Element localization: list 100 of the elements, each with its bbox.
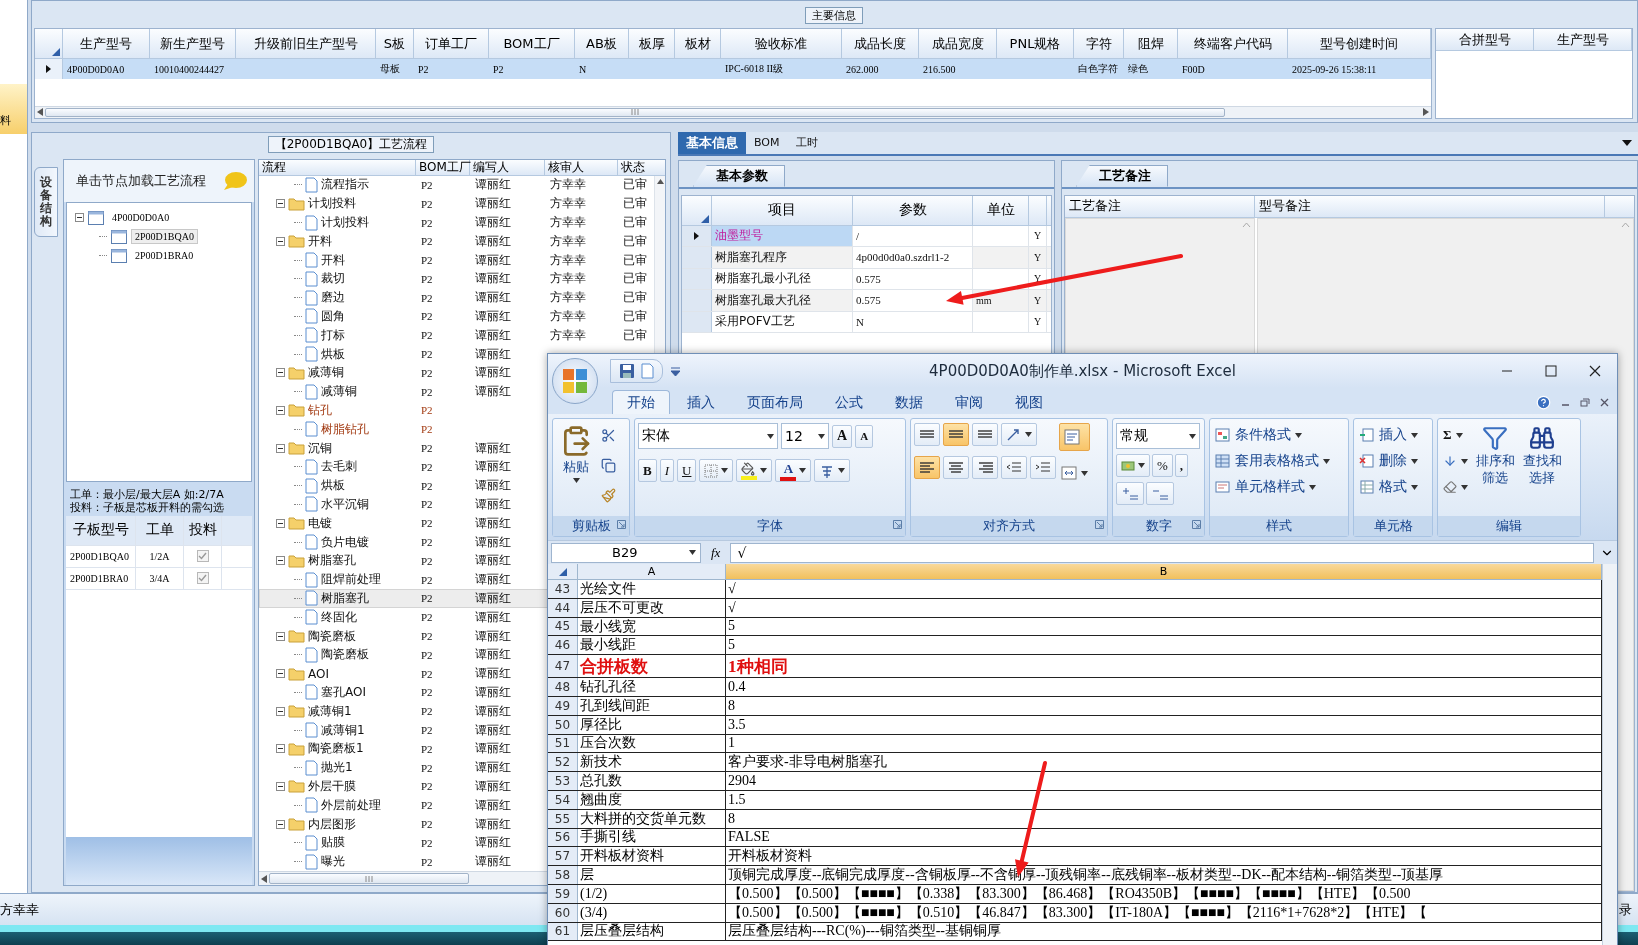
column-header[interactable]: 工单 [136, 515, 184, 545]
column-header[interactable]: 订单工厂 [414, 29, 489, 58]
row-header[interactable]: 48 [548, 678, 578, 696]
column-header[interactable]: 型号备注 [1255, 195, 1605, 217]
column-header[interactable]: 工艺备注 [1065, 195, 1255, 217]
column-header[interactable]: 流程 [259, 159, 416, 175]
process-step[interactable]: 树脂钻孔 [321, 420, 369, 438]
process-step[interactable]: 外层前处理 [321, 796, 381, 814]
ribbon-tab[interactable]: 审阅 [940, 390, 998, 414]
process-step[interactable]: 磨边 [321, 289, 345, 307]
paste-button[interactable]: 粘贴 [556, 423, 596, 514]
process-step[interactable]: 圆角 [321, 308, 345, 325]
column-header[interactable]: 编写人 [470, 159, 545, 175]
column-header[interactable]: 板厚 [629, 29, 675, 58]
phonetic-button[interactable] [814, 459, 851, 482]
column-header[interactable]: BOM工厂 [489, 29, 575, 58]
process-step[interactable]: 陶瓷磨板1 [308, 740, 364, 758]
row-header[interactable]: 47 [548, 655, 578, 678]
comma-button[interactable]: , [1174, 454, 1189, 477]
underline-button[interactable]: U [677, 459, 697, 482]
process-step[interactable]: 烘板 [321, 477, 345, 495]
ribbon-tab[interactable]: 数据 [880, 390, 938, 414]
process-step[interactable]: 曝光 [321, 853, 345, 871]
process-step[interactable]: 负片电镀 [321, 533, 369, 551]
column-header[interactable]: 参数 [853, 195, 973, 225]
column-header[interactable]: 字符 [1074, 29, 1124, 58]
row-header[interactable]: 43 [548, 580, 578, 598]
tree-node[interactable]: 2P00D1BRA0 [75, 246, 243, 265]
process-step[interactable]: 钻孔 [308, 402, 332, 419]
table-row[interactable]: 树脂塞孔最大孔径 0.575 mm Y [682, 290, 1051, 312]
table-row[interactable]: 油墨型号 / Y [682, 225, 1051, 247]
process-step[interactable]: 打标 [321, 326, 345, 344]
process-step[interactable]: 裁切 [321, 270, 345, 288]
horizontal-align-button[interactable] [914, 456, 940, 479]
collapse-icon[interactable] [276, 781, 285, 791]
borders-button[interactable] [699, 459, 734, 482]
save-button[interactable] [619, 363, 635, 379]
column-header[interactable]: 成品长度 [842, 29, 919, 58]
style-menu-button[interactable]: 单元格样式 [1213, 475, 1332, 499]
process-step[interactable]: 树脂塞孔 [308, 552, 356, 570]
horizontal-align-button[interactable] [972, 456, 998, 479]
font-size-field[interactable]: 12 [781, 423, 829, 449]
office-button[interactable] [552, 358, 598, 404]
row-header[interactable]: 57 [548, 847, 578, 866]
collapse-icon[interactable] [276, 405, 285, 415]
column-header[interactable]: BOM工厂 [416, 159, 470, 175]
tree-node[interactable]: 2P00D1BQA0 [75, 227, 243, 246]
collapse-icon[interactable] [276, 706, 285, 716]
column-header[interactable]: 生产型号 [63, 29, 150, 58]
collapse-icon[interactable] [276, 819, 285, 829]
table-row[interactable]: 树脂塞孔程序 4p00d0d0a0.szdrl1-2 Y [682, 247, 1051, 269]
ribbon-tab[interactable]: 视图 [1000, 390, 1058, 414]
process-step[interactable]: 塞孔AOI [321, 683, 366, 701]
column-header[interactable]: 成品宽度 [919, 29, 997, 58]
close-button[interactable] [1600, 398, 1609, 407]
process-step[interactable]: 陶瓷磨板 [321, 646, 369, 664]
vertical-align-button[interactable] [914, 423, 940, 446]
process-step[interactable]: 减薄铜1 [321, 721, 365, 739]
ribbon-tab[interactable]: 开始 [612, 390, 670, 414]
side-tab[interactable]: 设备结构 [34, 166, 58, 238]
process-step[interactable]: 贴膜 [321, 834, 345, 852]
ribbon-tab[interactable]: 公式 [820, 390, 878, 414]
process-step[interactable]: 内层图形 [308, 815, 356, 833]
process-step[interactable]: 去毛刺 [321, 458, 357, 476]
orientation-button[interactable] [1001, 423, 1037, 446]
process-step[interactable]: 陶瓷磨板 [308, 627, 356, 645]
column-header[interactable]: 阻焊 [1124, 29, 1178, 58]
checkbox[interactable] [196, 572, 209, 585]
number-format-field[interactable]: 常规 [1116, 423, 1200, 449]
collapse-icon[interactable] [75, 213, 84, 222]
collapse-icon[interactable] [276, 443, 285, 453]
vertical-align-button[interactable] [943, 423, 969, 446]
row-header[interactable]: 58 [548, 866, 578, 884]
column-header[interactable]: 升级前旧生产型号 [236, 29, 376, 58]
column-header[interactable]: 终端客户代码 [1178, 29, 1288, 58]
font-name-field[interactable]: 宋体 [638, 423, 778, 449]
currency-button[interactable] [1116, 454, 1150, 477]
column-header[interactable]: 板材 [675, 29, 721, 58]
collapse-icon[interactable] [276, 199, 285, 209]
cells-menu-button[interactable]: 格式 [1357, 475, 1420, 499]
process-step[interactable]: 终固化 [321, 608, 357, 626]
grow-font-button[interactable]: A [832, 424, 853, 448]
process-step[interactable]: 抛光1 [321, 759, 353, 777]
table-row[interactable]: 采用POFV工艺 N Y [682, 311, 1051, 333]
scroll-left-icon[interactable] [37, 108, 43, 116]
column-header[interactable]: 型号创建时间 [1288, 29, 1431, 58]
column-header[interactable]: 生产型号 [1534, 29, 1632, 50]
column-header[interactable]: 投料 [184, 515, 222, 545]
insert-function-button[interactable]: fx [707, 544, 725, 561]
name-box[interactable]: B29 [551, 542, 701, 563]
tab[interactable]: 工艺备注 [1076, 164, 1168, 187]
bold-button[interactable]: B [638, 459, 657, 482]
collapse-icon[interactable] [276, 556, 285, 566]
collapse-icon[interactable] [276, 669, 285, 679]
tab[interactable]: 基本信息 [678, 131, 746, 154]
process-step[interactable]: 减薄铜1 [308, 702, 352, 720]
italic-button[interactable]: I [659, 459, 674, 482]
process-step[interactable]: 阻焊前处理 [321, 571, 381, 589]
style-menu-button[interactable]: 条件格式 [1213, 423, 1332, 447]
scroll-right-icon[interactable] [1423, 108, 1429, 116]
